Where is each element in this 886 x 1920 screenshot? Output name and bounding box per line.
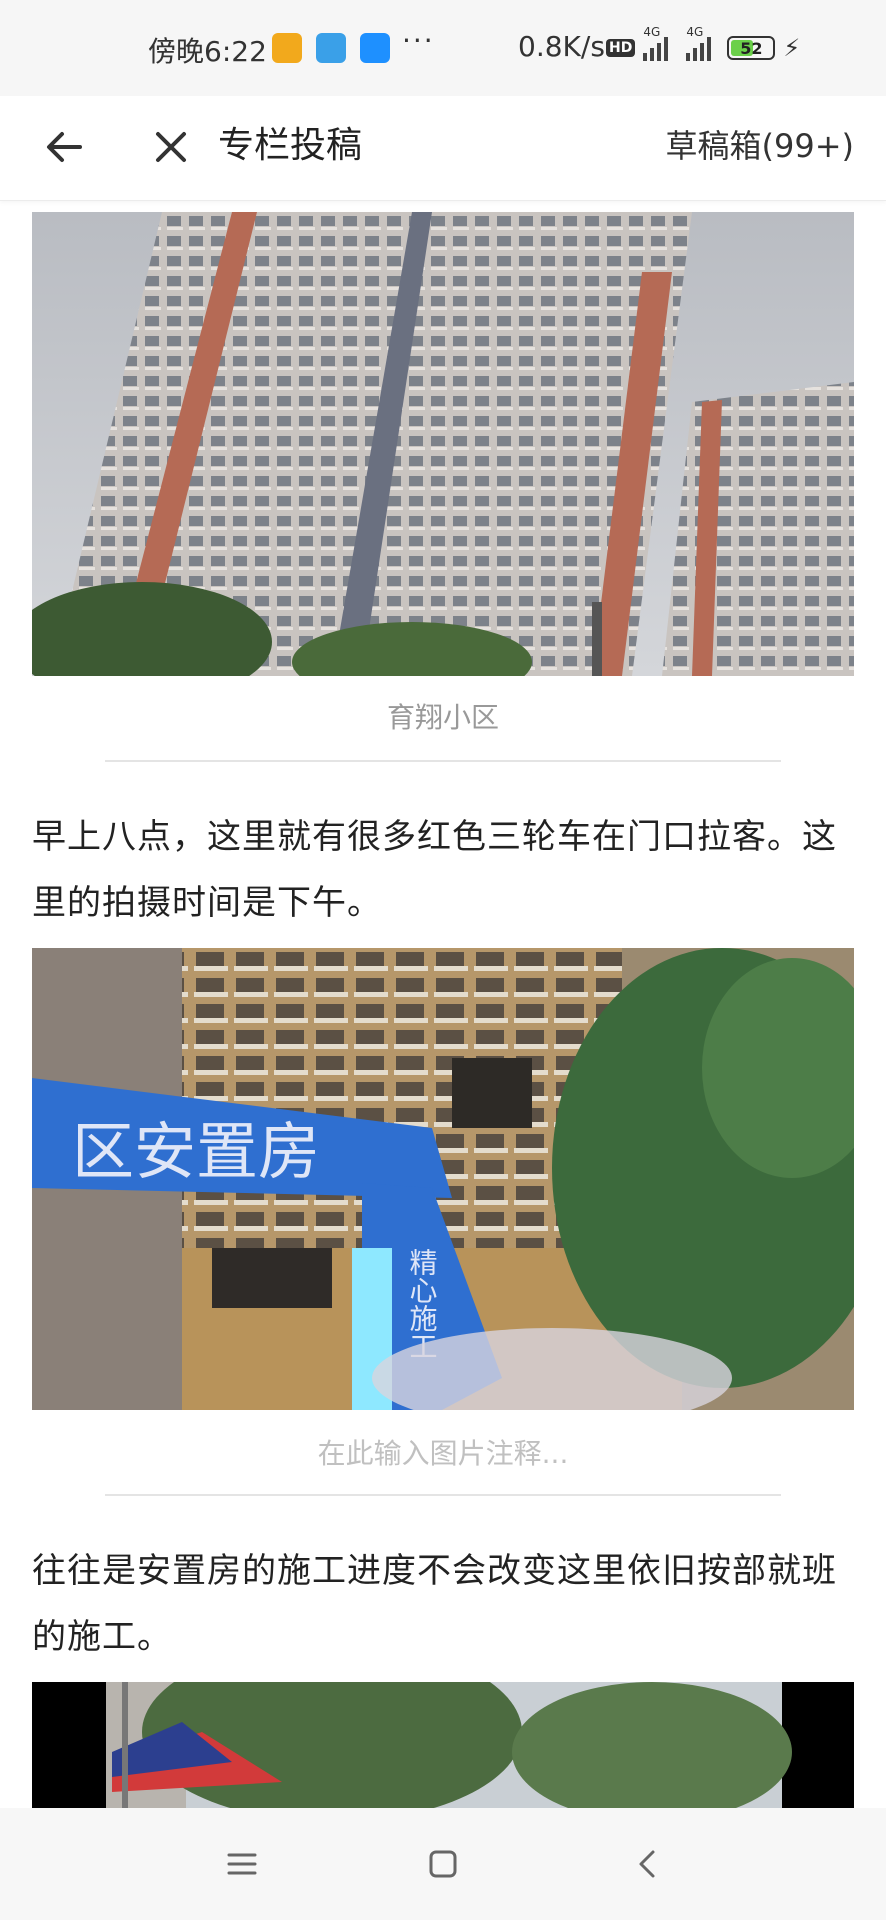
- street-image: [32, 1682, 854, 1808]
- status-bar: 傍晚6:22 ··· 0.8K/s HD 4G 4G 52 ⚡: [0, 0, 886, 96]
- paper-plane-icon: [316, 33, 346, 63]
- network-speed: 0.8K/s: [518, 30, 605, 63]
- system-navigation-bar: [0, 1808, 886, 1920]
- photo2-caption-input[interactable]: 在此输入图片注释...: [0, 1432, 886, 1472]
- title-bar: 专栏投稿 草稿箱(99+): [0, 96, 886, 201]
- status-notification-icons: [272, 30, 390, 66]
- status-time: 傍晚6:22: [148, 35, 267, 68]
- buildings-image: [32, 212, 854, 676]
- hd-icon: HD: [606, 39, 636, 57]
- battery-level: 52: [740, 38, 763, 58]
- page-title: 专栏投稿: [218, 125, 363, 166]
- menu-icon[interactable]: [216, 1838, 268, 1890]
- article-photo-sign[interactable]: 区安置房 精心施工: [32, 948, 854, 1410]
- sign-text: 区安置房: [72, 1115, 320, 1188]
- signal-icon-2: 4G: [686, 25, 712, 61]
- article-paragraph-1[interactable]: 早上八点，这里就有很多红色三轮车在门口拉客。这里的拍摄时间是下午。: [32, 804, 854, 936]
- signal-type-label: 4G: [643, 25, 661, 39]
- notification-app-icon: [272, 33, 302, 63]
- signal-type-label: 4G: [686, 25, 704, 39]
- sign-image: 区安置房 精心施工: [32, 948, 854, 1410]
- article-photo-street[interactable]: [32, 1682, 854, 1808]
- charging-bolt-icon: ⚡: [783, 34, 801, 62]
- back-chevron-icon[interactable]: [622, 1838, 674, 1890]
- photo1-caption[interactable]: 育翔小区: [0, 696, 886, 736]
- battery-icon: 52: [727, 36, 776, 60]
- close-icon[interactable]: [146, 122, 196, 172]
- article-paragraph-2[interactable]: 往往是安置房的施工进度不会改变这里依旧按部就班的施工。: [32, 1538, 854, 1670]
- status-right-icons: HD 4G 4G 52 ⚡: [606, 25, 801, 68]
- caption-divider: [105, 760, 781, 762]
- home-square-icon[interactable]: [417, 1838, 469, 1890]
- caption-divider: [105, 1494, 781, 1496]
- back-arrow-icon[interactable]: [40, 122, 90, 172]
- drafts-button[interactable]: 草稿箱(99+): [665, 118, 854, 174]
- signal-icon-1: 4G: [643, 25, 669, 61]
- cloud-icon: [360, 33, 390, 63]
- more-notifications-icon: ···: [402, 24, 435, 57]
- article-photo-buildings[interactable]: [32, 212, 854, 676]
